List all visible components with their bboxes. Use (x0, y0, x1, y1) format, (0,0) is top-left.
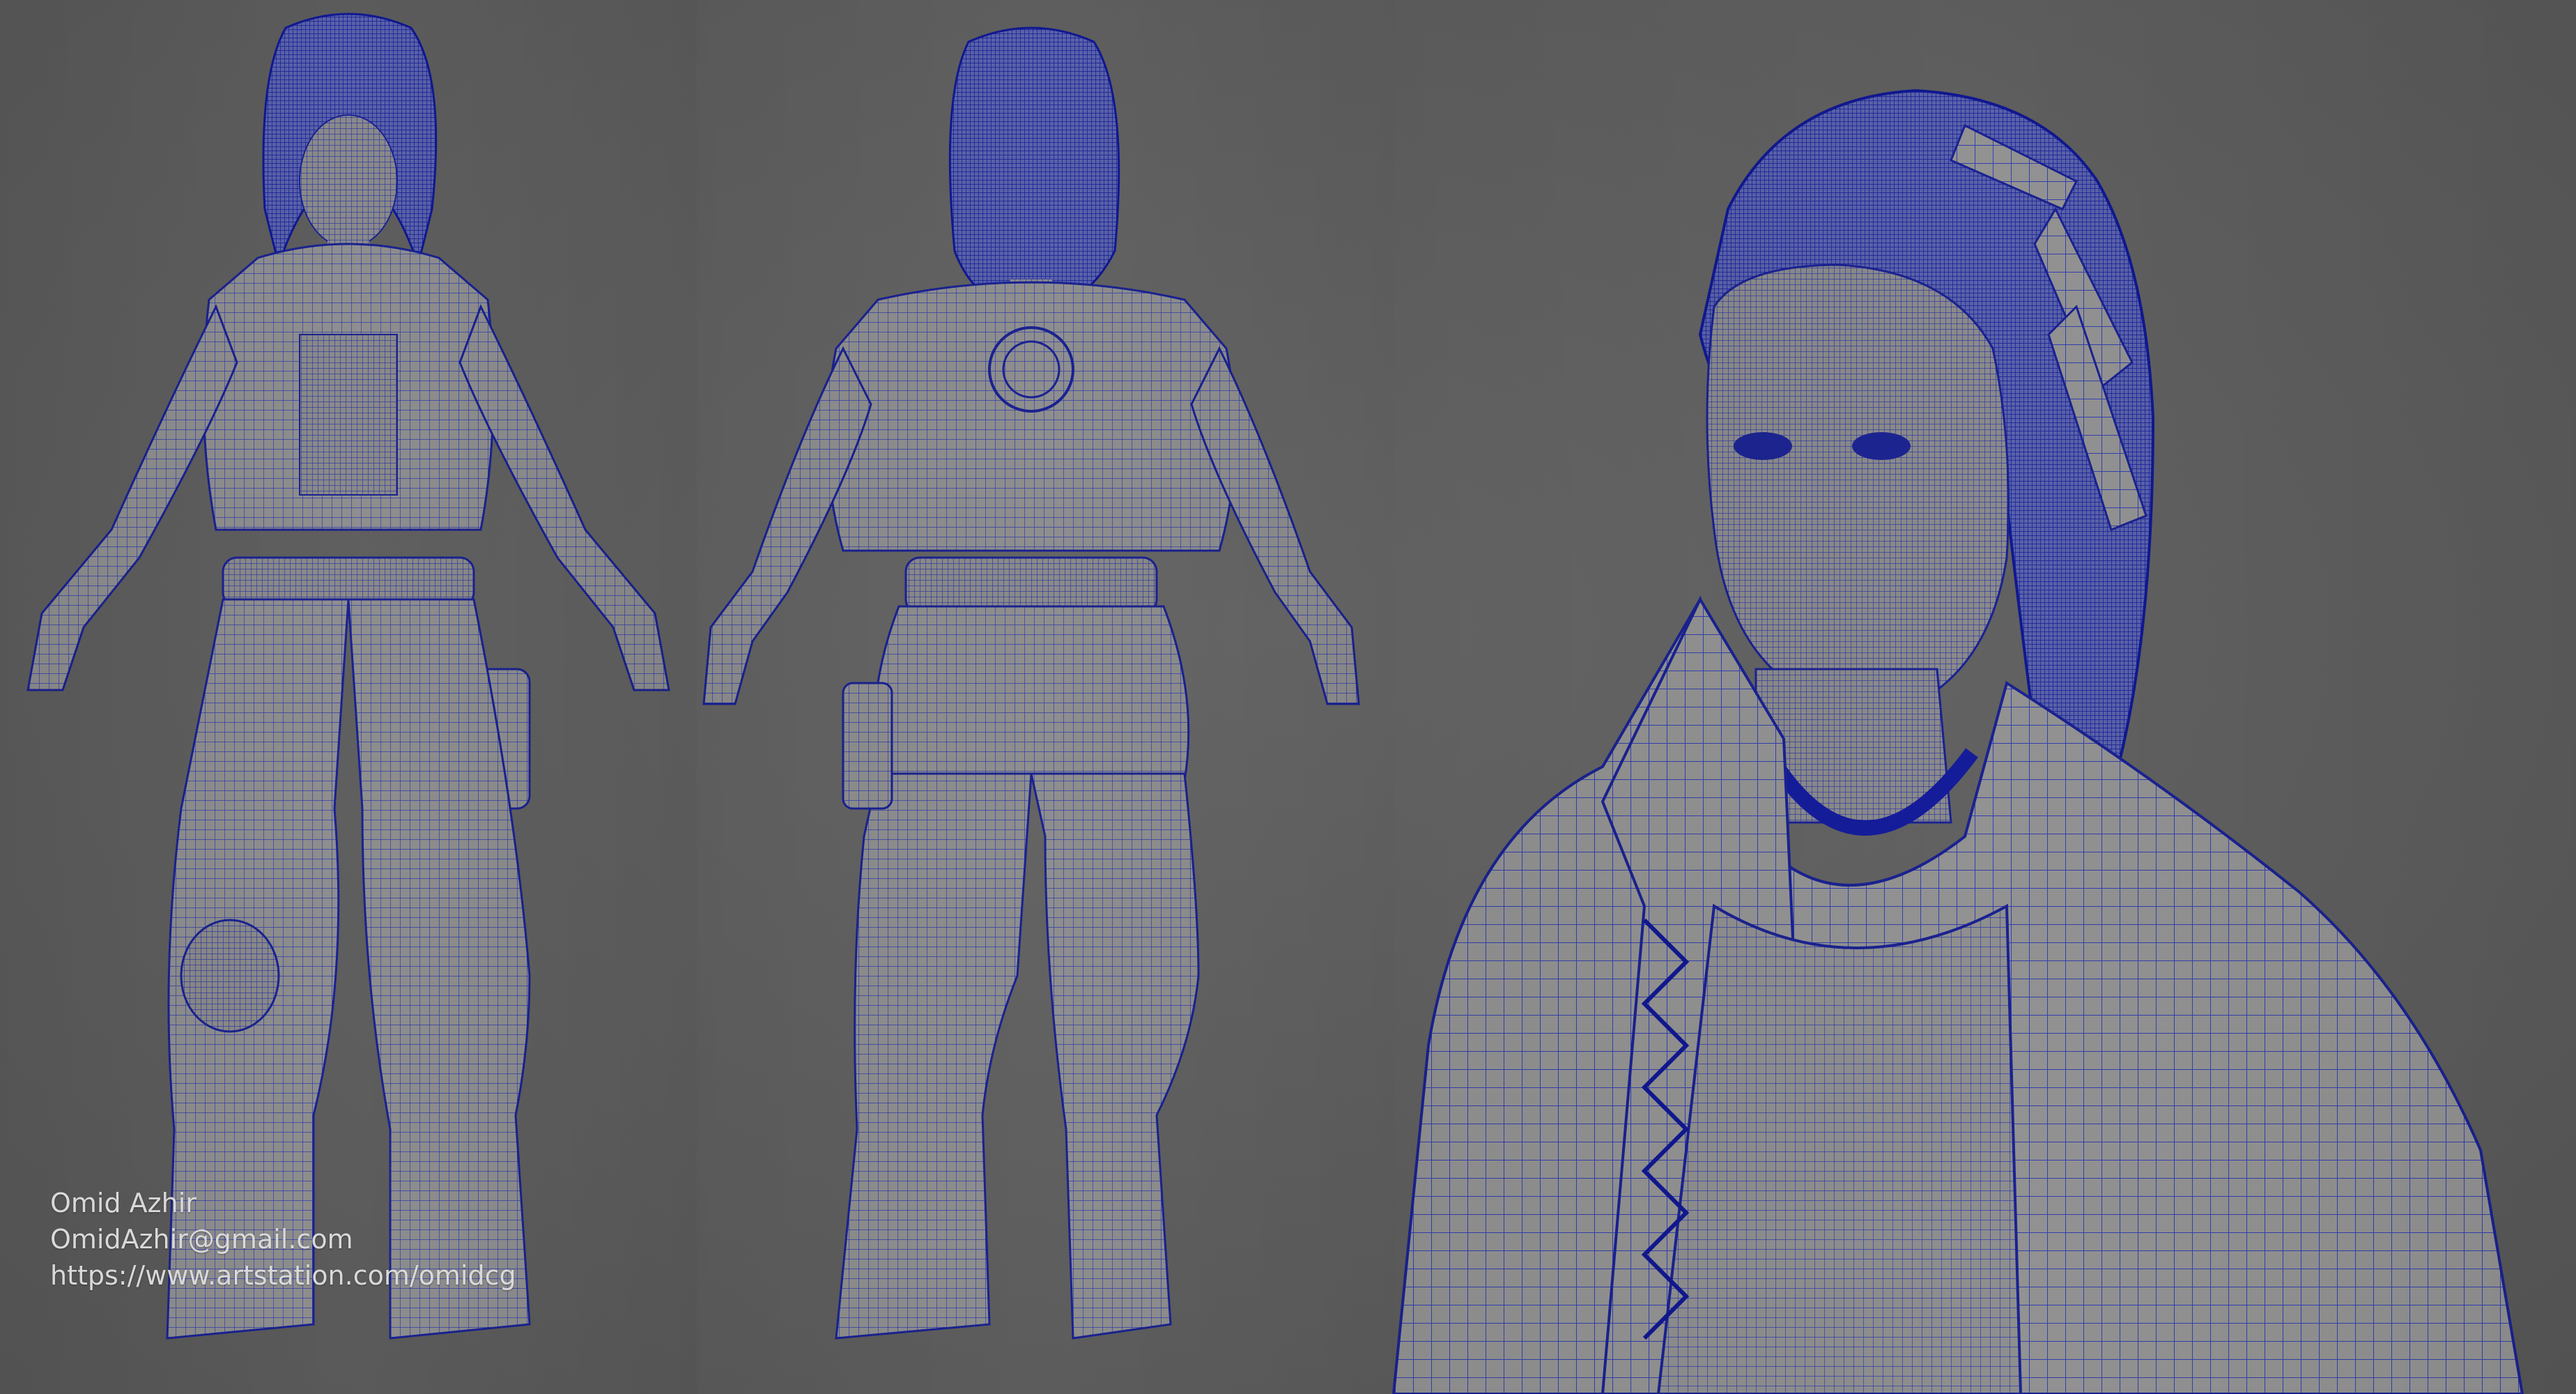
closeup-view-figure (1391, 0, 2576, 1394)
artist-email: OmidAzhir@gmail.com (50, 1224, 353, 1255)
wireframe-render-sheet: Omid Azhir OmidAzhir@gmail.com https://w… (0, 0, 2576, 1394)
back-view-figure (697, 0, 1394, 1394)
artist-url: https://www.artstation.com/omidcg (50, 1260, 516, 1291)
artist-name: Omid Azhir (50, 1188, 196, 1218)
credits-block: Omid Azhir OmidAzhir@gmail.com https://w… (50, 1185, 516, 1294)
